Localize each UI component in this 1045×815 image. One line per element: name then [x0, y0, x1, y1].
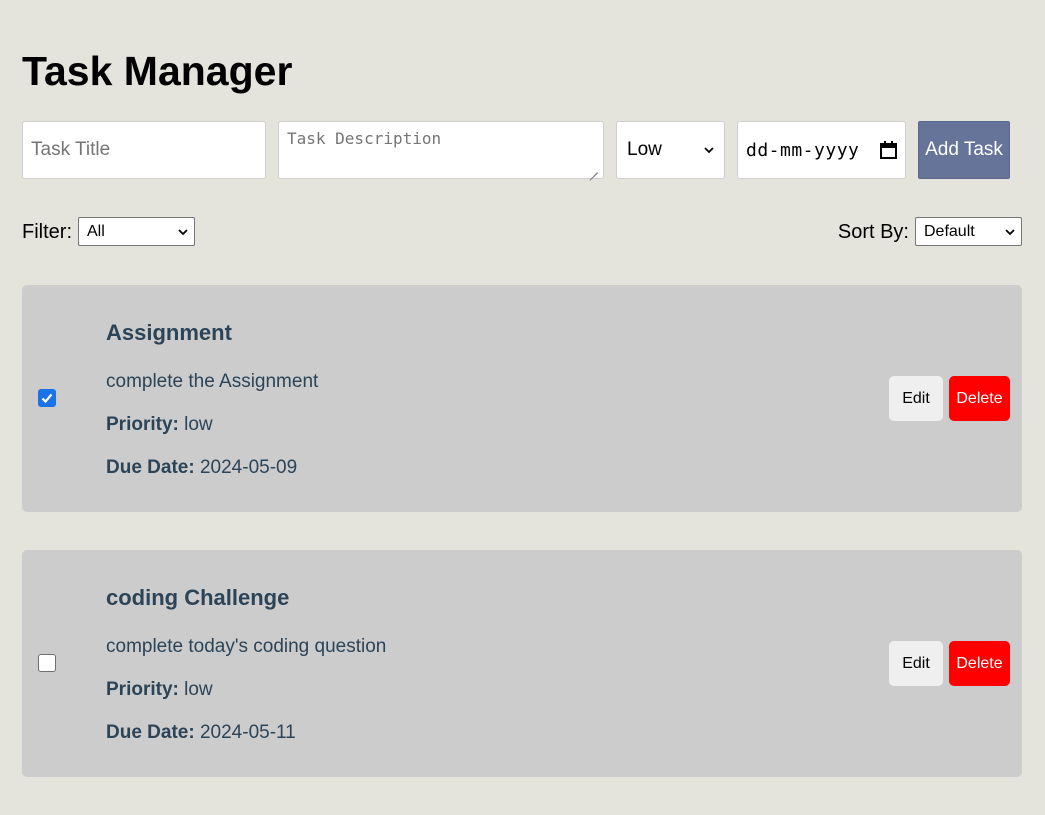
priority-select[interactable]: Low: [616, 121, 725, 179]
edit-button[interactable]: Edit: [889, 641, 943, 686]
due-date-placeholder: dd-mm-yyyy: [746, 139, 860, 161]
task-title-input[interactable]: [22, 121, 266, 179]
task-due-date: Due Date: 2024-05-11: [106, 721, 296, 745]
task-card: coding Challenge complete today's coding…: [22, 550, 1022, 777]
chevron-down-icon: [704, 147, 714, 154]
sort-select[interactable]: Default: [915, 217, 1022, 246]
priority-select-value: Low: [627, 139, 662, 160]
due-date-input[interactable]: dd-mm-yyyy: [737, 121, 906, 179]
priority-value: low: [184, 679, 213, 700]
task-description: complete today's coding question: [106, 636, 387, 657]
delete-button[interactable]: Delete: [949, 376, 1010, 421]
filter-label: Filter:: [22, 221, 72, 243]
task-title: coding Challenge: [106, 585, 290, 610]
sort-label: Sort By:: [837, 221, 909, 243]
task-description-input[interactable]: [278, 121, 604, 179]
task-complete-checkbox[interactable]: [38, 389, 56, 407]
delete-button[interactable]: Delete: [949, 641, 1010, 686]
task-card: Assignment complete the Assignment Prior…: [22, 285, 1022, 512]
task-title: Assignment: [106, 320, 232, 345]
calendar-icon[interactable]: [880, 141, 897, 159]
due-date-value: 2024-05-09: [199, 457, 298, 478]
edit-button[interactable]: Edit: [889, 376, 943, 421]
sort-select-value: Default: [924, 222, 975, 240]
priority-label: Priority:: [106, 414, 179, 435]
task-priority: Priority: low: [106, 678, 213, 702]
priority-value: low: [184, 414, 213, 435]
add-task-button[interactable]: Add Task: [918, 121, 1010, 179]
page-title: Task Manager: [22, 48, 293, 94]
task-due-date: Due Date: 2024-05-09: [106, 456, 297, 480]
task-priority: Priority: low: [106, 413, 213, 437]
due-date-value: 2024-05-11: [199, 722, 296, 743]
filter-select[interactable]: All: [78, 217, 195, 246]
due-date-label: Due Date:: [106, 457, 195, 478]
check-icon: [41, 393, 53, 404]
filter-sort-bar: Filter: All Sort By: Default: [22, 217, 1022, 247]
chevron-down-icon: [1005, 228, 1015, 235]
due-date-label: Due Date:: [106, 722, 195, 743]
filter-select-value: All: [87, 222, 105, 240]
task-description: complete the Assignment: [106, 371, 319, 392]
priority-label: Priority:: [106, 679, 179, 700]
add-task-form: Low dd-mm-yyyy Add Task: [22, 121, 1010, 179]
task-complete-checkbox[interactable]: [38, 654, 56, 672]
chevron-down-icon: [178, 228, 188, 235]
